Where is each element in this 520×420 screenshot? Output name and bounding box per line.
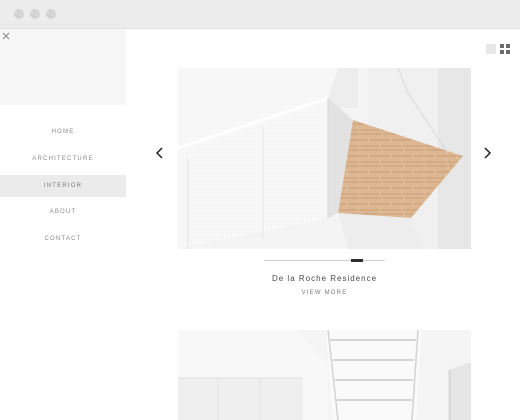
project-title: De la Roche Residence: [271, 274, 378, 283]
chevron-left-icon[interactable]: [154, 146, 166, 160]
sidebar: HOME ARCHITECTURE INTERIOR ABOUT CONTACT: [0, 29, 126, 420]
sidebar-item-contact[interactable]: CONTACT: [0, 228, 126, 250]
featured-project-image[interactable]: [178, 68, 471, 249]
chevron-right-icon[interactable]: [481, 146, 493, 160]
close-icon[interactable]: [1, 31, 11, 41]
window-titlebar: [0, 0, 520, 29]
sidebar-item-home[interactable]: HOME: [0, 121, 126, 143]
white-staircase-image: [178, 330, 471, 420]
browser-window: HOME ARCHITECTURE INTERIOR ABOUT CONTACT: [0, 0, 520, 420]
single-view-icon[interactable]: [486, 44, 496, 54]
staircase-image: [178, 68, 471, 249]
window-close-control[interactable]: [14, 9, 24, 19]
sidebar-item-about[interactable]: ABOUT: [0, 201, 126, 223]
view-more-link[interactable]: VIEW MORE: [178, 290, 471, 296]
grid-view-icon[interactable]: [500, 44, 510, 54]
sidebar-item-interior[interactable]: INTERIOR: [0, 175, 126, 197]
window-minimize-control[interactable]: [30, 9, 40, 19]
logo-area: [0, 29, 126, 105]
second-project-image[interactable]: [178, 330, 471, 420]
sidebar-item-architecture[interactable]: ARCHITECTURE: [0, 148, 126, 170]
carousel-active-indicator[interactable]: [351, 259, 363, 262]
carousel-progress-track[interactable]: [264, 260, 385, 261]
window-maximize-control[interactable]: [46, 9, 56, 19]
